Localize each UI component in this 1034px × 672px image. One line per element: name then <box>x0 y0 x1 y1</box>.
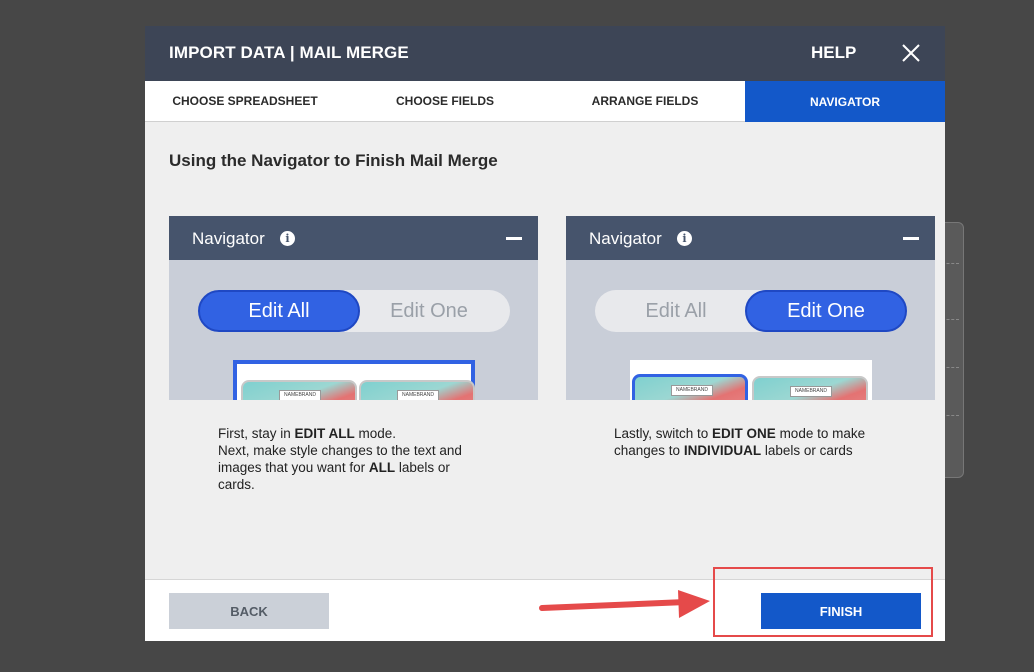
help-link[interactable]: HELP <box>811 43 856 63</box>
desc-emphasis: ALL <box>368 460 396 475</box>
label-thumbnail: NAMEBRAND <box>752 376 868 400</box>
navigator-header: Navigator i <box>169 216 538 260</box>
annotation-arrow-icon <box>539 590 710 618</box>
navigator-title: Navigator <box>589 229 662 248</box>
label-thumbnail: NAMEBRAND <box>359 380 475 400</box>
back-button[interactable]: BACK <box>169 593 329 629</box>
edit-all-option: Edit All <box>198 290 360 332</box>
annotation-highlight <box>713 567 933 637</box>
dialog-header: IMPORT DATA | MAIL MERGE HELP <box>145 26 945 81</box>
brand-text: NAMEBRAND <box>671 385 713 396</box>
label-thumbnail-selected: NAMEBRAND <box>632 374 748 400</box>
navigator-title: Navigator <box>192 229 265 248</box>
navigator-example-edit-all: Navigator i Edit All Edit One NAMEBRAND … <box>169 216 538 400</box>
close-icon[interactable] <box>901 43 921 63</box>
edit-one-option: Edit One <box>390 299 468 322</box>
info-icon: i <box>677 231 692 246</box>
desc-emphasis: EDIT ALL <box>294 426 355 441</box>
info-icon: i <box>280 231 295 246</box>
brand-text: NAMEBRAND <box>397 390 439 400</box>
desc-emphasis: EDIT ONE <box>712 426 776 441</box>
label-thumbnail: NAMEBRAND <box>241 380 357 400</box>
page-title: Using the Navigator to Finish Mail Merge <box>169 151 498 170</box>
tab-choose-spreadsheet[interactable]: CHOOSE SPREADSHEET <box>145 81 345 121</box>
label-preview: NAMEBRAND NAMEBRAND <box>630 360 872 400</box>
mail-merge-dialog: IMPORT DATA | MAIL MERGE HELP CHOOSE SPR… <box>145 26 945 641</box>
edit-one-description: Lastly, switch to EDIT ONE mode to make … <box>614 425 914 459</box>
tab-arrange-fields[interactable]: ARRANGE FIELDS <box>545 81 745 121</box>
brand-text: NAMEBRAND <box>790 386 832 397</box>
step-tabs: CHOOSE SPREADSHEET CHOOSE FIELDS ARRANGE… <box>145 81 945 122</box>
brand-text: NAMEBRAND <box>279 390 321 400</box>
tab-choose-fields[interactable]: CHOOSE FIELDS <box>345 81 545 121</box>
tab-navigator[interactable]: NAVIGATOR <box>745 81 945 122</box>
edit-mode-toggle: Edit All Edit One <box>595 290 907 332</box>
desc-text: labels or cards <box>761 443 853 458</box>
edit-all-description: First, stay in EDIT ALL mode. Next, make … <box>218 425 488 493</box>
minimize-icon <box>506 237 522 240</box>
desc-emphasis: INDIVIDUAL <box>683 443 762 458</box>
desc-text: First, stay in <box>218 426 295 441</box>
minimize-icon <box>903 237 919 240</box>
desc-text: mode. <box>354 426 397 441</box>
desc-text: Lastly, switch to <box>614 426 713 441</box>
edit-one-option: Edit One <box>745 290 907 332</box>
edit-mode-toggle: Edit All Edit One <box>198 290 510 332</box>
label-preview: NAMEBRAND NAMEBRAND <box>233 360 475 400</box>
navigator-example-edit-one: Navigator i Edit All Edit One NAMEBRAND … <box>566 216 935 400</box>
navigator-header: Navigator i <box>566 216 935 260</box>
edit-all-option: Edit All <box>645 299 707 322</box>
dialog-title: IMPORT DATA | MAIL MERGE <box>169 43 409 62</box>
